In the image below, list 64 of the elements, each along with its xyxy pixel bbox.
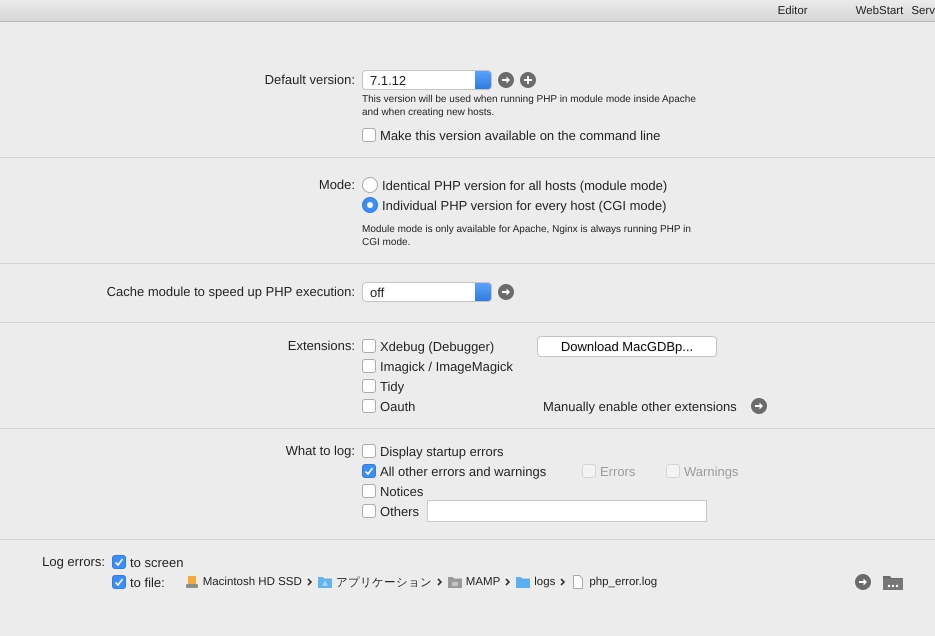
checkbox[interactable]	[362, 504, 376, 518]
folder-icon	[448, 575, 462, 589]
download-button[interactable]: Download MacGDBp...	[537, 336, 717, 356]
checkbox[interactable]	[362, 464, 376, 478]
path-segment[interactable]: logs	[534, 576, 556, 588]
checkbox-label: Imagick / ImageMagick	[380, 358, 513, 374]
checkbox-label: to file:	[130, 574, 165, 590]
arrow-button-icon[interactable]	[855, 574, 871, 590]
radio-label: Identical PHP version for all hosts (module mode)	[382, 178, 668, 192]
radio-button[interactable]	[362, 177, 378, 193]
checkbox-label: Warnings	[684, 464, 738, 478]
folder-icon	[318, 575, 332, 589]
checkbox-label: All other errors and warnings	[380, 464, 546, 478]
path-segment[interactable]: Macintosh HD SSD	[202, 576, 302, 588]
checkbox-label: Others	[380, 504, 420, 518]
chevron-icon	[306, 578, 313, 586]
field-label: Default version:	[264, 71, 355, 89]
checkbox[interactable]	[362, 379, 376, 393]
arrow-button-icon[interactable]	[498, 72, 514, 88]
document-icon	[571, 575, 586, 589]
checkbox[interactable]	[112, 555, 126, 569]
help-text: This version will be used when running PHP in module mode inside Apache and when creating new hosts.	[362, 93, 697, 119]
checkbox[interactable]	[362, 128, 376, 142]
checkbox[interactable]	[362, 359, 376, 373]
checkbox[interactable]	[362, 444, 376, 458]
checkbox[interactable]	[362, 399, 376, 413]
checkbox[interactable]	[362, 339, 376, 353]
version-select[interactable]: 7.1.12	[362, 70, 492, 90]
checkbox-label: Errors	[600, 464, 636, 478]
help-text: Module mode is only available for Apache, Nginx is always running PHP in CGI mode.	[362, 223, 692, 249]
field-label: What to log:	[284, 442, 355, 460]
chevron-icon	[505, 578, 512, 586]
path-segment[interactable]: MAMP	[466, 576, 500, 588]
checkbox-label: Oauth	[380, 398, 416, 414]
arrow-button-icon[interactable]	[498, 284, 514, 300]
checkbox-label: Xdebug (Debugger)	[380, 338, 494, 354]
chevron-icon	[560, 578, 566, 586]
radio-label: Individual PHP version for every host (CGI mode)	[382, 198, 666, 212]
checkbox-label: Notices	[380, 484, 424, 498]
field-label: Cache module to speed up PHP execution:	[106, 283, 355, 301]
folder-icon	[516, 575, 530, 589]
field-label: Log errors:	[41, 553, 105, 571]
path-segment[interactable]: php_error.log	[589, 576, 658, 588]
drive-icon	[184, 575, 199, 589]
arrow-button-icon[interactable]	[750, 398, 767, 414]
manual-extensions-link[interactable]: Manually enable other extensions	[543, 398, 737, 414]
checkbox-label: to screen	[130, 554, 184, 570]
checkbox-label: Display startup errors	[380, 444, 504, 458]
path-segment[interactable]: アプリケーション	[336, 574, 432, 590]
toolbar-tab[interactable]: Editor	[778, 4, 808, 16]
checkbox[interactable]	[362, 484, 376, 498]
add-button-icon[interactable]	[520, 72, 536, 88]
cache-select[interactable]: off	[362, 282, 492, 302]
toolbar-tab[interactable]: WebStart	[856, 4, 904, 16]
checkbox-label: Tidy	[380, 378, 404, 394]
chevron-icon	[436, 578, 443, 586]
checkbox[interactable]	[112, 575, 126, 589]
radio-button[interactable]	[362, 197, 378, 213]
field-label: Mode:	[318, 176, 355, 194]
folder-button-icon[interactable]	[883, 574, 903, 590]
toolbar-tab[interactable]: Serv	[911, 4, 935, 16]
others-field[interactable]	[427, 500, 708, 522]
field-label: Extensions:	[286, 337, 355, 355]
checkbox-label: Make this version available on the command line	[380, 128, 660, 142]
